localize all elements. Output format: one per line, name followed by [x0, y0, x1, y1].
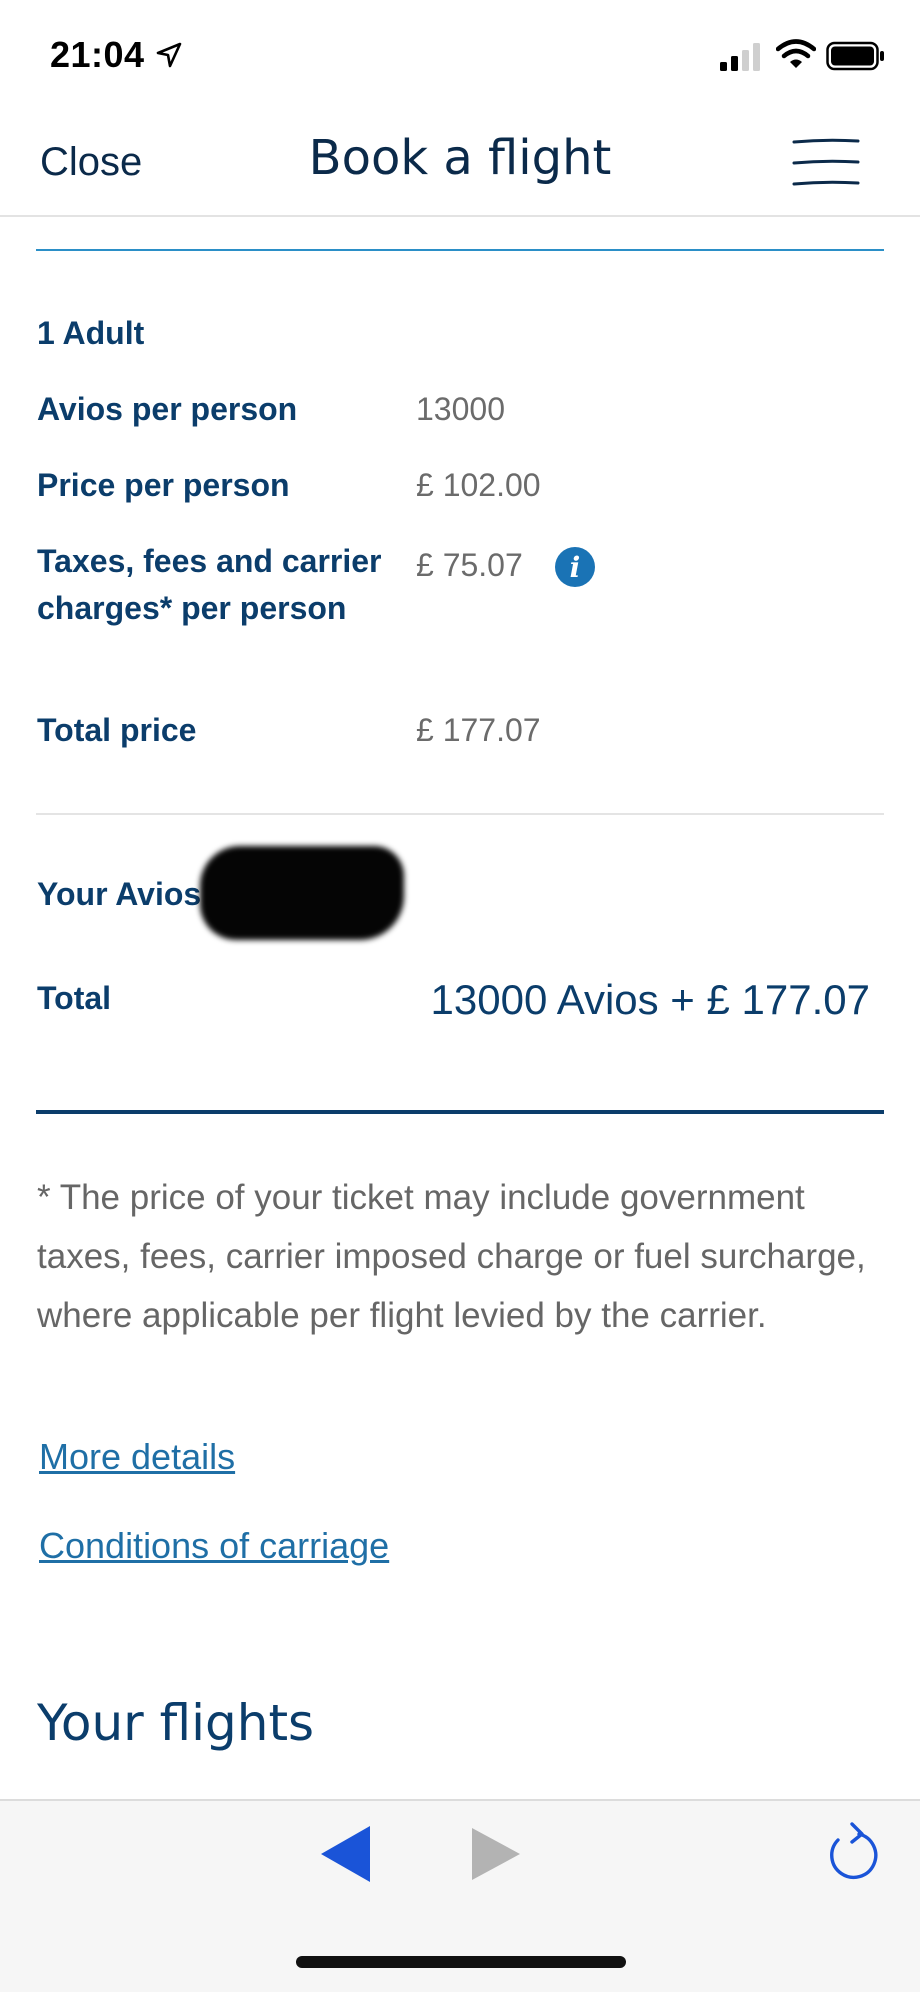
- avios-per-person-value: 13000: [416, 391, 505, 427]
- price-per-person-label: Price per person: [37, 467, 290, 503]
- battery-icon: [826, 41, 884, 71]
- back-arrow-icon[interactable]: [318, 1824, 374, 1884]
- total-divider: [36, 1110, 884, 1114]
- avios-per-person-label: Avios per person: [37, 391, 298, 427]
- nav-header: Close Book a flight: [0, 110, 920, 217]
- your-flights-heading: Your flights: [37, 1694, 315, 1752]
- location-arrow-icon: [156, 42, 182, 68]
- more-details-link[interactable]: More details: [39, 1436, 235, 1478]
- reload-icon[interactable]: [826, 1820, 880, 1882]
- svg-text:i: i: [570, 551, 581, 584]
- conditions-of-carriage-link[interactable]: Conditions of carriage: [39, 1525, 389, 1567]
- taxes-fees-label: Taxes, fees and carrier charges* per per…: [37, 543, 382, 626]
- section-divider: [36, 249, 884, 251]
- section-divider: [36, 813, 884, 815]
- total-price-value: £ 177.07: [416, 712, 541, 748]
- price-disclaimer: * The price of your ticket may include g…: [37, 1178, 866, 1335]
- grand-total-label: Total: [37, 980, 112, 1016]
- status-bar: 21:04: [0, 0, 920, 110]
- info-icon[interactable]: i: [554, 546, 596, 588]
- page-title: Book a flight: [308, 130, 612, 186]
- your-avios-label: Your Avios: [37, 876, 202, 912]
- home-indicator[interactable]: [296, 1956, 626, 1968]
- status-time: 21:04: [50, 34, 145, 75]
- price-per-person-value: £ 102.00: [416, 467, 541, 503]
- cellular-signal-icon: [720, 43, 760, 71]
- hamburger-menu-icon[interactable]: [792, 136, 860, 190]
- forward-arrow-icon[interactable]: [468, 1824, 524, 1884]
- redacted-avios-balance: [200, 846, 404, 940]
- wifi-icon: [776, 39, 816, 68]
- total-price-label: Total price: [37, 712, 197, 748]
- taxes-fees-value: £ 75.07: [416, 547, 523, 583]
- passengers-label: 1 Adult: [37, 315, 145, 351]
- grand-total-value: 13000 Avios + £ 177.07: [430, 976, 870, 1023]
